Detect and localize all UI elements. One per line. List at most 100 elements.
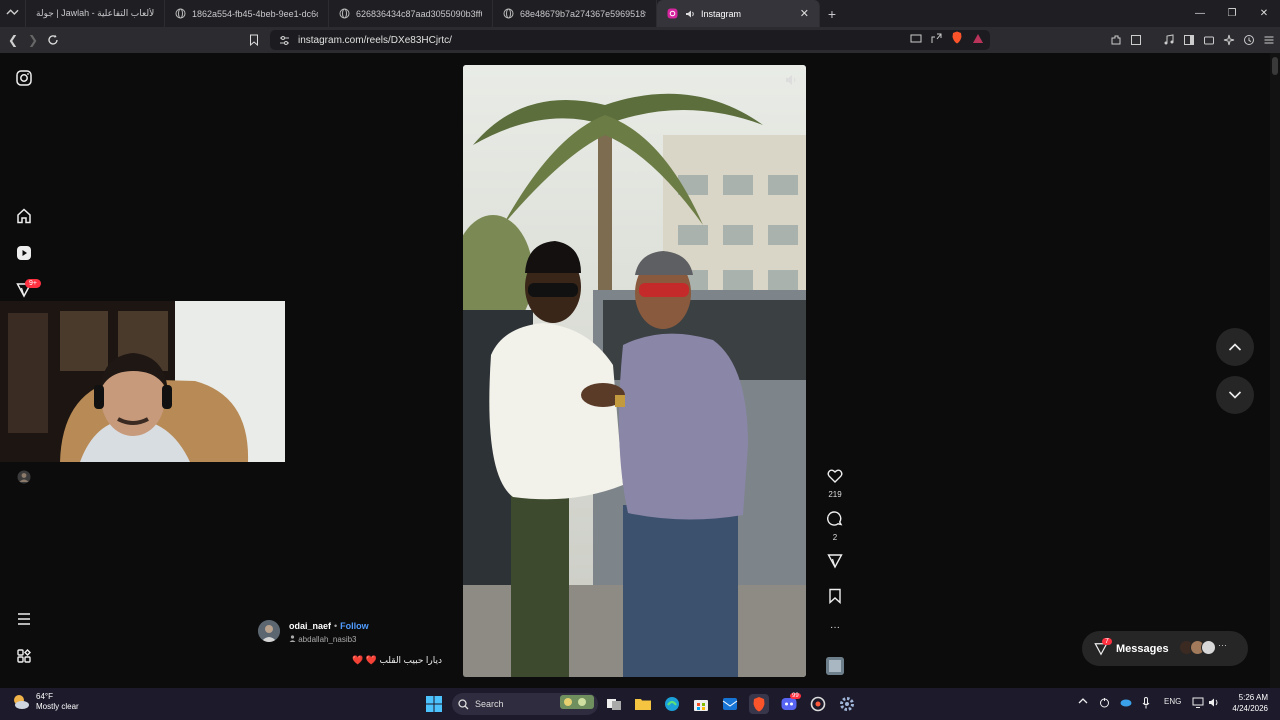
steelseries-icon[interactable] [808, 694, 828, 714]
tab-title: 1862a554-fb45-4beb-9ee1-dc6cb64 [192, 8, 318, 19]
system-clock[interactable]: 5:26 AM 4/24/2026 [1226, 692, 1268, 714]
tab-jawlah[interactable]: جولة | Jawlah - منصة الألعاب التفاعلية [26, 0, 165, 27]
profile-avatar[interactable] [14, 467, 34, 487]
weather-widget[interactable]: 64°F Mostly clear [12, 692, 79, 712]
onedrive-icon[interactable] [1120, 697, 1132, 709]
reel-video[interactable] [463, 65, 806, 677]
browser-tools [1108, 31, 1276, 49]
microphone-icon[interactable] [1142, 697, 1150, 711]
more-menu-icon[interactable] [14, 609, 34, 629]
weather-description: Mostly clear [36, 702, 79, 711]
url-text: instagram.com/reels/DXe83HCjrtc/ [298, 34, 452, 46]
next-reel-button[interactable] [1216, 376, 1254, 414]
cast-icon[interactable] [910, 31, 922, 49]
more-options-icon[interactable]: ··· [820, 622, 850, 633]
new-tab-button[interactable]: + [820, 6, 844, 22]
volume-icon[interactable] [1208, 697, 1220, 710]
chevron-up-tray-icon[interactable] [1078, 697, 1088, 707]
vpn-shield-icon[interactable] [1241, 31, 1256, 49]
task-view-icon[interactable] [604, 694, 624, 714]
url-bar[interactable]: instagram.com/reels/DXe83HCjrtc/ [270, 30, 990, 50]
avatar [1201, 640, 1216, 655]
forward-icon[interactable]: ❯ [23, 30, 43, 50]
tray-app-icon[interactable] [1099, 697, 1110, 710]
separator-dot: • [334, 621, 338, 631]
media-music-icon[interactable] [1161, 31, 1176, 49]
bookmark-save-icon[interactable] [828, 588, 842, 605]
sidebar-icon[interactable] [1181, 31, 1196, 49]
leo-ai-icon[interactable] [1221, 31, 1236, 49]
close-tab-icon[interactable]: ✕ [800, 7, 809, 20]
reel-caption: ديارا حبيب القلب ❤️ ❤️ [352, 655, 442, 665]
follow-button[interactable]: Follow [340, 621, 369, 631]
language-indicator[interactable]: ENG [1164, 697, 1181, 706]
outlook-mail-icon[interactable] [720, 694, 740, 714]
messages-badge: 7 [1102, 638, 1112, 645]
like-action[interactable]: 219 [820, 468, 850, 499]
microsoft-store-icon[interactable] [691, 694, 711, 714]
save-action[interactable] [820, 588, 850, 609]
hamburger-menu-icon[interactable] [1261, 31, 1276, 49]
brave-taskbar-icon[interactable] [749, 694, 769, 714]
site-settings-icon[interactable] [278, 34, 290, 46]
audio-attribution[interactable]: abdallah_nasib3 [289, 635, 357, 644]
back-icon[interactable]: ❮ [3, 30, 23, 50]
audio-thumbnail[interactable] [826, 657, 844, 675]
author-avatar[interactable] [258, 620, 280, 642]
webcam-overlay [0, 301, 285, 462]
speaker-icon[interactable] [684, 8, 695, 19]
restore-icon[interactable]: ❐ [1216, 0, 1248, 27]
tab-instagram[interactable]: Instagram ✕ [657, 0, 820, 27]
share-icon[interactable] [931, 31, 942, 49]
browser-menu-icon[interactable] [0, 0, 26, 27]
search-icon [458, 698, 469, 709]
tab-file-3[interactable]: 68e48679b7a274367e5969518fc52e [493, 0, 657, 27]
brave-rewards-icon[interactable] [972, 31, 984, 49]
globe-icon [175, 8, 186, 19]
comment-icon[interactable] [827, 511, 843, 527]
clock-date: 4/24/2026 [1232, 704, 1268, 713]
chevron-up-icon [1228, 343, 1242, 351]
instagram-logo-icon[interactable] [14, 68, 34, 88]
extensions-icon[interactable] [1108, 31, 1123, 49]
author-username[interactable]: odai_naef [289, 621, 331, 631]
screenshot-icon[interactable] [1128, 31, 1143, 49]
settings-gear-icon[interactable] [837, 694, 857, 714]
tab-file-2[interactable]: 626836434c87aad3055090b3ff653f9 [329, 0, 493, 27]
messages-more: ··· [1218, 640, 1227, 650]
comment-action[interactable]: 2 [820, 511, 850, 542]
search-placeholder: Search [475, 699, 504, 709]
notifications-badge: 9+ [25, 279, 41, 288]
tab-title: 68e48679b7a274367e5969518fc52e [520, 8, 646, 19]
taskbar-search[interactable]: Search [452, 693, 598, 715]
discord-badge: 99 [790, 693, 801, 699]
share-paper-plane-icon[interactable] [827, 553, 843, 569]
heart-icon[interactable] [827, 468, 843, 484]
bookmark-icon[interactable] [244, 30, 264, 50]
messages-label: Messages [1116, 642, 1169, 655]
reload-icon[interactable] [43, 30, 63, 50]
window-controls: — ❐ ✕ [1184, 0, 1280, 27]
home-icon[interactable] [14, 206, 34, 226]
audio-muted-icon[interactable] [784, 73, 798, 87]
start-windows-icon[interactable] [424, 694, 444, 714]
file-explorer-icon[interactable] [633, 694, 653, 714]
page-scrollbar[interactable] [1270, 53, 1280, 688]
clock-time: 5:26 AM [1238, 693, 1268, 702]
reels-icon[interactable] [14, 243, 34, 263]
like-count: 219 [828, 490, 842, 499]
globe-icon [503, 8, 514, 19]
previous-reel-button[interactable] [1216, 328, 1254, 366]
wallet-icon[interactable] [1201, 31, 1216, 49]
minimize-icon[interactable]: — [1184, 0, 1216, 27]
chevron-down-icon [1228, 391, 1242, 399]
also-from-meta-icon[interactable] [14, 646, 34, 666]
tab-file-1[interactable]: 1862a554-fb45-4beb-9ee1-dc6cb64 [165, 0, 329, 27]
instagram-favicon-icon [667, 8, 678, 19]
brave-shields-icon[interactable] [951, 31, 963, 49]
network-icon[interactable] [1192, 697, 1204, 710]
edge-browser-icon[interactable] [662, 694, 682, 714]
close-window-icon[interactable]: ✕ [1248, 0, 1280, 27]
tab-title: Instagram [701, 8, 742, 19]
share-action[interactable] [820, 553, 850, 574]
